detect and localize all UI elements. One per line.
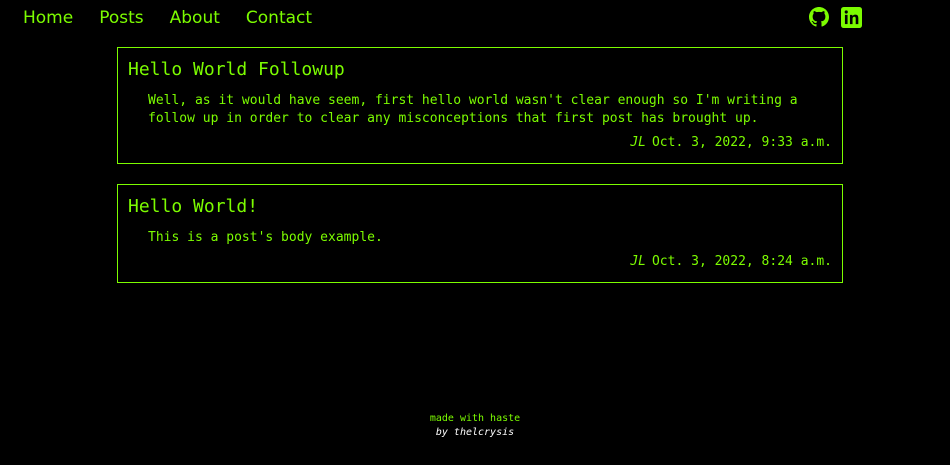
nav-links: Home Posts About Contact xyxy=(23,7,338,29)
post-meta: JL Oct. 3, 2022, 9:33 a.m. xyxy=(630,134,832,152)
github-icon[interactable] xyxy=(808,6,830,28)
footer: made with haste by thelcrysis xyxy=(0,412,950,440)
post-meta: JL Oct. 3, 2022, 8:24 a.m. xyxy=(630,253,832,271)
footer-by: by thelcrysis xyxy=(435,427,515,438)
post-body: Well, as it would have seem, first hello… xyxy=(148,93,798,126)
post-body: This is a post's body example. xyxy=(148,230,383,245)
post-title[interactable]: Hello World Followup xyxy=(128,58,345,82)
post-date: Oct. 3, 2022, 9:33 a.m. xyxy=(651,135,832,150)
post-date: Oct. 3, 2022, 8:24 a.m. xyxy=(651,254,832,269)
post-author: JL xyxy=(630,135,646,150)
post-author: JL xyxy=(630,254,646,269)
top-navigation: Home Posts About Contact xyxy=(0,0,950,36)
linkedin-icon[interactable] xyxy=(840,6,862,28)
nav-link-posts[interactable]: Posts xyxy=(99,7,143,29)
post-card: Hello World! This is a post's body examp… xyxy=(117,184,843,283)
social-icons xyxy=(808,6,862,28)
footer-made-with: made with haste xyxy=(429,413,521,424)
nav-link-contact[interactable]: Contact xyxy=(246,7,312,29)
nav-link-about[interactable]: About xyxy=(170,7,220,29)
nav-link-home[interactable]: Home xyxy=(23,7,73,29)
post-card: Hello World Followup Well, as it would h… xyxy=(117,47,843,164)
post-title[interactable]: Hello World! xyxy=(128,195,258,219)
